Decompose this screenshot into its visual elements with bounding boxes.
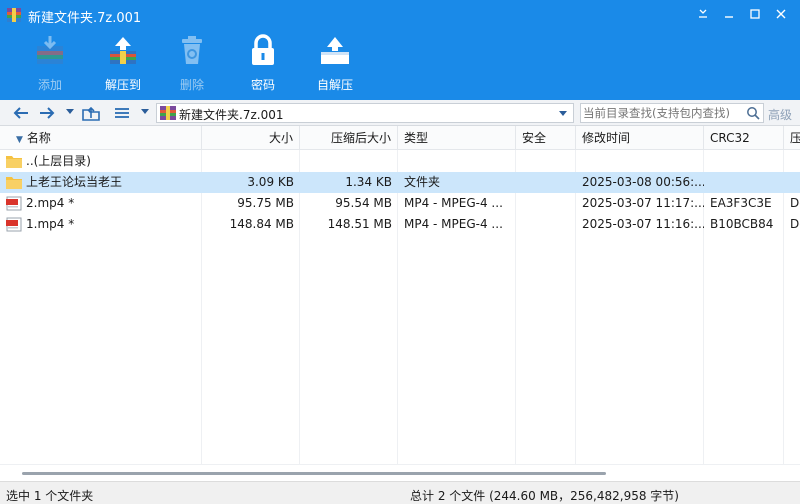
password-button-label: 密码 (250, 78, 275, 92)
table-row[interactable]: ..(上层目录) (0, 151, 800, 172)
archive-file-icon (160, 106, 176, 120)
view-dropdown-icon[interactable] (141, 109, 149, 114)
title-bar[interactable]: 新建文件夹.7z.001 (0, 0, 800, 30)
row-crc (704, 151, 784, 172)
delete-button[interactable]: 删除 (160, 30, 220, 98)
add-button-label: 添加 (37, 78, 62, 92)
row-crc: B10BCB84 (710, 217, 774, 231)
status-bar: 选中 1 个文件夹 总计 2 个文件 (244.60 MB，256,482,95… (0, 481, 800, 504)
title-toolbar-area: 新建文件夹.7z.001 添加 解压到 删除 密码 自解压 (0, 0, 800, 100)
back-arrow-icon[interactable] (12, 104, 30, 122)
horizontal-scrollbar[interactable] (0, 464, 800, 481)
row-name: 1.mp4 * (26, 217, 75, 231)
forward-arrow-icon[interactable] (38, 104, 56, 122)
search-box[interactable] (580, 103, 764, 123)
maximize-icon[interactable] (742, 2, 768, 26)
row-extra: De (790, 196, 800, 210)
bandizip-app-icon (7, 8, 21, 22)
table-row[interactable]: 2.mp4 * 95.75 MB 95.54 MB MP4 - MPEG-4 .… (0, 193, 800, 214)
path-combobox[interactable]: 新建文件夹.7z.001 (156, 103, 574, 123)
delete-button-label: 删除 (179, 78, 204, 92)
column-header-extra[interactable]: 压 (784, 126, 800, 150)
menu-icon[interactable] (690, 2, 716, 26)
row-size: 95.75 MB (237, 196, 294, 210)
history-dropdown-icon[interactable] (66, 109, 74, 114)
scrollbar-thumb[interactable] (22, 472, 606, 475)
extract-to-icon (110, 37, 136, 64)
sort-arrow-icon: ▼ (16, 135, 23, 145)
password-button[interactable]: 密码 (231, 30, 291, 98)
row-crc: EA3F3C3E (710, 196, 772, 210)
table-row[interactable]: 1.mp4 * 148.84 MB 148.51 MB MP4 - MPEG-4… (0, 214, 800, 235)
row-size (202, 151, 300, 172)
extract-to-button-label: 解压到 (104, 78, 141, 92)
row-crc (704, 172, 784, 193)
close-icon[interactable] (768, 2, 794, 26)
row-modified: 2025-03-08 00:56:... (582, 175, 704, 189)
column-header-crc[interactable]: CRC32 (704, 126, 784, 150)
password-lock-icon (252, 34, 274, 65)
add-archive-icon (37, 36, 63, 64)
up-folder-icon[interactable] (82, 104, 100, 122)
window-title: 新建文件夹.7z.001 (28, 11, 142, 26)
row-modified (576, 151, 704, 172)
row-extra: De (790, 217, 800, 231)
advanced-search-link[interactable]: 高级 (768, 106, 792, 123)
minimize-icon[interactable] (716, 2, 742, 26)
row-type: MP4 - MPEG-4 ... (404, 196, 503, 210)
row-size: 148.84 MB (229, 217, 294, 231)
view-list-icon[interactable] (113, 104, 131, 122)
search-icon[interactable] (746, 106, 760, 120)
row-modified: 2025-03-07 11:17:... (582, 196, 704, 210)
row-type: 文件夹 (404, 175, 441, 189)
column-header-name[interactable]: ▼ 名称 (0, 126, 202, 150)
row-name: 上老王论坛当老王 (26, 175, 123, 189)
path-text: 新建文件夹.7z.001 (179, 108, 284, 122)
row-packed (300, 151, 398, 172)
address-bar: 新建文件夹.7z.001 高级 (0, 100, 800, 126)
row-packed: 95.54 MB (335, 196, 392, 210)
column-header-name-label: 名称 (26, 131, 51, 145)
column-header-security[interactable]: 安全 (516, 126, 576, 150)
delete-icon (182, 36, 202, 64)
total-status: 总计 2 个文件 (244.60 MB，256,482,958 字节) (410, 489, 679, 503)
row-name: ..(上层目录) (26, 154, 91, 168)
column-header-modified[interactable]: 修改时间 (576, 126, 704, 150)
column-header-type[interactable]: 类型 (398, 126, 516, 150)
row-type (398, 151, 516, 172)
list-header: ▼ 名称 大小 压缩后大小 类型 安全 修改时间 CRC32 压 (0, 126, 800, 150)
column-header-packed[interactable]: 压缩后大小 (300, 126, 398, 150)
toolbar: 添加 解压到 删除 密码 自解压 (0, 30, 800, 100)
column-header-size[interactable]: 大小 (202, 126, 300, 150)
self-extract-button[interactable]: 自解压 (303, 30, 363, 98)
table-row-selected[interactable]: 上老王论坛当老王 3.09 KB 1.34 KB 文件夹 2025-03-08 … (0, 172, 800, 193)
self-extract-button-label: 自解压 (316, 78, 353, 92)
row-name: 2.mp4 * (26, 196, 75, 210)
selection-status: 选中 1 个文件夹 (6, 489, 94, 503)
file-list: ▼ 名称 大小 压缩后大小 类型 安全 修改时间 CRC32 压 ..(上层目录)… (0, 126, 800, 464)
path-dropdown-icon[interactable] (559, 111, 567, 116)
row-size: 3.09 KB (247, 175, 294, 189)
row-modified: 2025-03-07 11:16:... (582, 217, 704, 231)
self-extract-icon (321, 37, 349, 64)
row-packed: 1.34 KB (345, 175, 392, 189)
add-button[interactable]: 添加 (18, 30, 78, 98)
row-type: MP4 - MPEG-4 ... (404, 217, 503, 231)
search-input[interactable] (583, 105, 741, 121)
extract-to-button[interactable]: 解压到 (91, 30, 151, 98)
row-packed: 148.51 MB (327, 217, 392, 231)
